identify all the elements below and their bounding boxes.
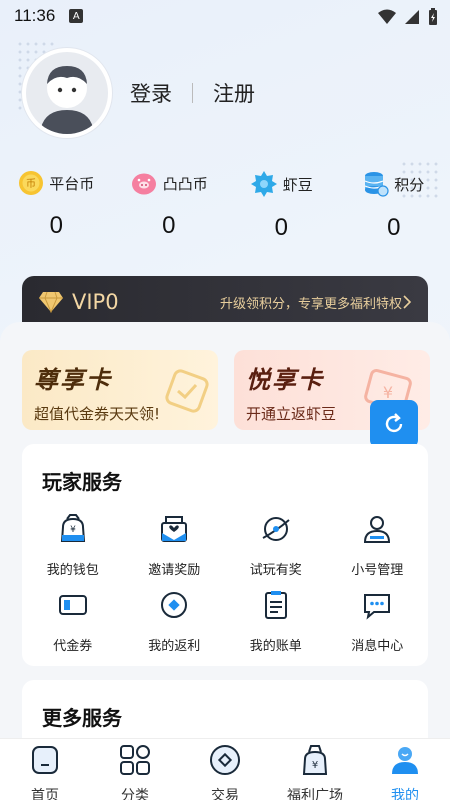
- asset-label: 平台币: [49, 174, 95, 193]
- svg-text:¥: ¥: [312, 760, 318, 771]
- user-account-icon: [364, 516, 391, 543]
- asset-label: 凸凸币: [162, 174, 208, 193]
- avatar[interactable]: [22, 48, 112, 138]
- wifi-icon: [378, 9, 396, 24]
- auth-links: 登录 注册: [130, 78, 255, 108]
- invite-envelope-icon: [161, 516, 188, 542]
- grid-icon: [120, 745, 150, 775]
- service-bills[interactable]: 我的账单: [225, 589, 327, 665]
- vip-promo-text: 升级领积分，专享更多福利特权: [219, 296, 402, 312]
- wallet-icon: ¥: [60, 514, 85, 542]
- service-trial[interactable]: 试玩有奖: [225, 513, 327, 589]
- vip-level: VIP0: [72, 290, 119, 314]
- asset-value: 0: [387, 214, 401, 241]
- trial-planet-icon: [262, 517, 290, 541]
- tab-label: 我的: [391, 788, 419, 800]
- rebate-icon: [161, 592, 188, 618]
- money-bag-icon: ¥: [302, 745, 328, 775]
- battery-icon: [429, 8, 437, 25]
- service-messages[interactable]: 消息中心: [327, 589, 429, 665]
- points-icon: [364, 172, 389, 197]
- check-badge-icon: [165, 369, 209, 413]
- home-icon: [32, 746, 58, 774]
- asset-value: 0: [274, 214, 288, 241]
- asset-points[interactable]: 积分 0: [338, 170, 450, 242]
- status-bar: 11:36 A: [0, 0, 450, 32]
- shrimp-bean-icon: [250, 171, 277, 197]
- player-services-section: 玩家服务 ¥ 我的钱包 邀请奖励 试玩有奖 小号管理 代金券 我的返利 我的账单: [22, 444, 428, 666]
- tab-label: 首页: [31, 788, 59, 800]
- asset-label: 虾豆: [282, 175, 313, 194]
- service-label: 我的返利: [148, 639, 201, 654]
- asset-shrimp-bean[interactable]: 虾豆 0: [225, 170, 338, 242]
- tab-welfare[interactable]: ¥ 福利广场: [270, 739, 360, 800]
- login-link[interactable]: 登录: [130, 78, 172, 108]
- service-label: 邀请奖励: [148, 563, 201, 578]
- auth-divider: [192, 83, 193, 103]
- refresh-button[interactable]: [370, 400, 418, 448]
- message-icon: [364, 594, 391, 620]
- svg-text:¥: ¥: [70, 525, 76, 535]
- premium-card[interactable]: 尊享卡 超值代金券天天领!: [22, 350, 218, 430]
- voucher-icon: [58, 595, 87, 615]
- chevron-right-icon: [403, 295, 412, 309]
- profile-header: 登录 注册: [22, 48, 255, 138]
- services-grid: ¥ 我的钱包 邀请奖励 试玩有奖 小号管理 代金券 我的返利 我的账单 消息中心: [22, 495, 428, 665]
- service-label: 我的钱包: [46, 563, 99, 578]
- service-label: 试玩有奖: [249, 563, 302, 578]
- service-invite[interactable]: 邀请奖励: [124, 513, 226, 589]
- service-wallet[interactable]: ¥ 我的钱包: [22, 513, 124, 589]
- svg-text:币: 币: [26, 178, 36, 190]
- asset-value: 0: [49, 212, 63, 239]
- profile-active-icon: [392, 747, 418, 774]
- tab-home[interactable]: 首页: [0, 739, 90, 800]
- asset-platform-coin[interactable]: 币 平台币 0: [0, 170, 113, 242]
- refresh-icon: [385, 413, 403, 433]
- tab-mine[interactable]: 我的: [360, 739, 450, 800]
- section-title: 更多服务: [42, 706, 122, 730]
- service-label: 小号管理: [351, 563, 404, 578]
- coin-icon: 币: [19, 171, 44, 195]
- tab-label: 福利广场: [287, 788, 343, 800]
- default-avatar-icon: [26, 52, 108, 134]
- tab-category[interactable]: 分类: [90, 739, 180, 800]
- asset-label: 积分: [394, 175, 425, 194]
- asset-value: 0: [162, 212, 176, 239]
- service-label: 我的账单: [249, 639, 302, 654]
- status-time: 11:36: [14, 6, 56, 25]
- register-link[interactable]: 注册: [213, 78, 255, 108]
- trade-coin-icon: [210, 745, 240, 775]
- notification-a-icon: A: [69, 9, 84, 23]
- bill-icon: [264, 591, 287, 619]
- signal-icon: [405, 10, 419, 24]
- service-vouchers[interactable]: 代金券: [22, 589, 124, 665]
- tab-label: 交易: [211, 788, 239, 800]
- tab-trade[interactable]: 交易: [180, 739, 270, 800]
- pig-icon: [131, 173, 156, 195]
- asset-tutu-coin[interactable]: 凸凸币 0: [113, 170, 226, 242]
- tab-label: 分类: [121, 788, 149, 800]
- service-label: 代金券: [53, 639, 93, 654]
- diamond-icon: [39, 291, 63, 313]
- service-label: 消息中心: [351, 639, 404, 654]
- service-rebate[interactable]: 我的返利: [124, 589, 226, 665]
- section-title: 玩家服务: [42, 470, 122, 494]
- service-sub-accounts[interactable]: 小号管理: [327, 513, 429, 589]
- asset-summary: 币 平台币 0 凸凸币 0 虾豆 0 积分 0: [0, 170, 450, 242]
- bottom-tab-bar: 首页 分类 交易 ¥ 福利广场 我的: [0, 738, 450, 800]
